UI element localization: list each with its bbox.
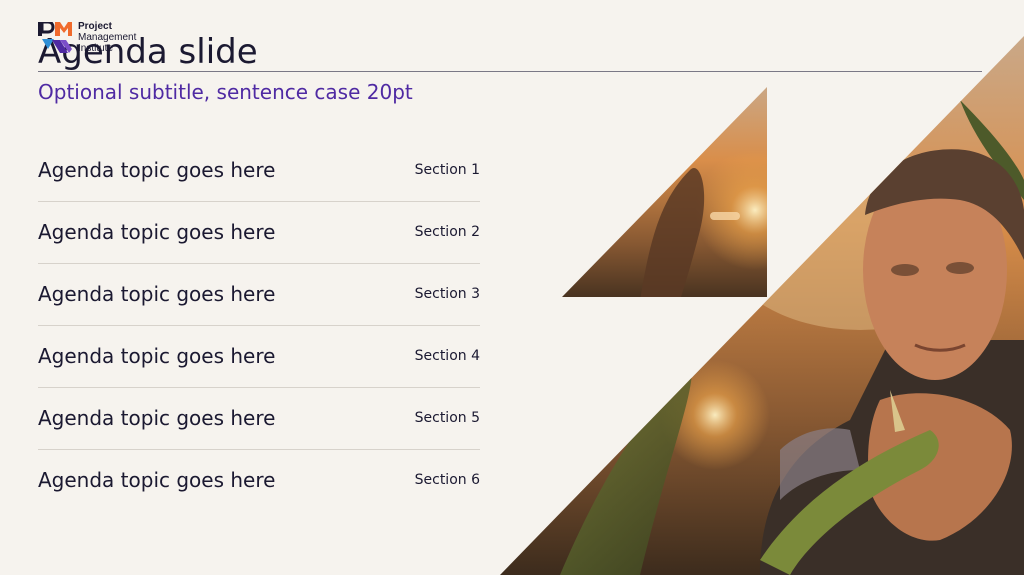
logo-line-3: Institute — [78, 43, 114, 54]
agenda-topic: Agenda topic goes here — [38, 220, 276, 244]
logo-line-2: Management — [78, 32, 137, 43]
agenda-topic: Agenda topic goes here — [38, 406, 276, 430]
agenda-section: Section 3 — [414, 286, 480, 302]
agenda-item[interactable]: Agenda topic goes here Section 1 — [38, 140, 480, 202]
agenda-item[interactable]: Agenda topic goes here Section 6 — [38, 450, 480, 512]
agenda-section: Section 4 — [414, 348, 480, 364]
agenda-topic: Agenda topic goes here — [38, 282, 276, 306]
agenda-list: Agenda topic goes here Section 1 Agenda … — [38, 140, 480, 512]
agenda-section: Section 1 — [414, 162, 480, 178]
agenda-item[interactable]: Agenda topic goes here Section 3 — [38, 264, 480, 326]
agenda-section: Section 5 — [414, 410, 480, 426]
agenda-item[interactable]: Agenda topic goes here Section 5 — [38, 388, 480, 450]
slide-subtitle[interactable]: Optional subtitle, sentence case 20pt — [38, 78, 413, 106]
agenda-topic: Agenda topic goes here — [38, 344, 276, 368]
pmi-logo-mark-icon — [38, 22, 72, 53]
agenda-section: Section 2 — [414, 224, 480, 240]
agenda-topic: Agenda topic goes here — [38, 158, 276, 182]
agenda-item[interactable]: Agenda topic goes here Section 4 — [38, 326, 480, 388]
photo-triangle-small — [562, 87, 767, 297]
agenda-topic: Agenda topic goes here — [38, 468, 276, 492]
pmi-logo: Project Management Institute — [38, 20, 148, 56]
agenda-item[interactable]: Agenda topic goes here Section 2 — [38, 202, 480, 264]
agenda-slide: Project Management Institute Agenda slid… — [0, 0, 1024, 575]
pmi-logo-text: Project Management Institute — [78, 21, 136, 54]
logo-line-1: Project — [78, 21, 112, 32]
agenda-section: Section 6 — [414, 472, 480, 488]
